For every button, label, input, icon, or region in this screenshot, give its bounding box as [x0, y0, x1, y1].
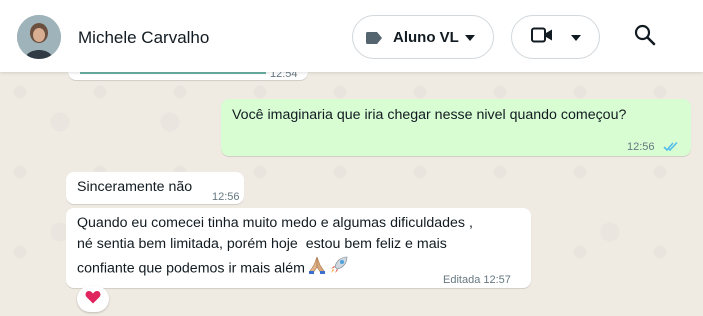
message-line-text: confiante que podemos ir mais além	[77, 260, 305, 277]
avatar[interactable]	[17, 15, 61, 59]
label-name: Aluno VL	[393, 28, 459, 46]
link-underline	[80, 72, 266, 74]
message-text: Sinceramente não	[77, 179, 193, 195]
rocket-icon	[329, 255, 349, 282]
chevron-down-icon	[571, 35, 581, 41]
red-heart-icon	[85, 290, 101, 309]
video-call-button[interactable]	[511, 15, 600, 59]
message-line: Quando eu comecei tinha muito medo e alg…	[77, 215, 473, 231]
message-bubble-incoming[interactable]: Quando eu comecei tinha muito medo e alg…	[66, 208, 531, 288]
label-dropdown-button[interactable]: Aluno VL	[352, 15, 494, 59]
message-reaction[interactable]	[77, 286, 109, 312]
search-icon	[634, 24, 656, 50]
video-camera-icon	[531, 27, 553, 48]
message-bubble-outgoing[interactable]: Você imaginaria que iria chegar nesse ni…	[221, 99, 691, 156]
praying-hands-icon	[307, 255, 327, 282]
double-check-read-icon	[663, 138, 680, 159]
contact-name[interactable]: Michele Carvalho	[78, 28, 209, 48]
message-text: Você imaginaria que iria chegar nesse ni…	[232, 107, 627, 123]
message-time-edited: Editada 12:57	[443, 274, 511, 286]
message-bubble-incoming[interactable]: Sinceramente não 12:56	[66, 172, 244, 204]
search-button[interactable]	[634, 24, 662, 52]
chat-header: Michele Carvalho Aluno VL	[0, 0, 703, 72]
chevron-down-icon	[465, 35, 475, 41]
message-time: 12:56	[212, 191, 240, 203]
label-tag-icon	[366, 31, 382, 44]
message-line: né sentia bem limitada, porém hoje estou…	[77, 236, 447, 252]
message-time: 12:56	[627, 141, 655, 153]
